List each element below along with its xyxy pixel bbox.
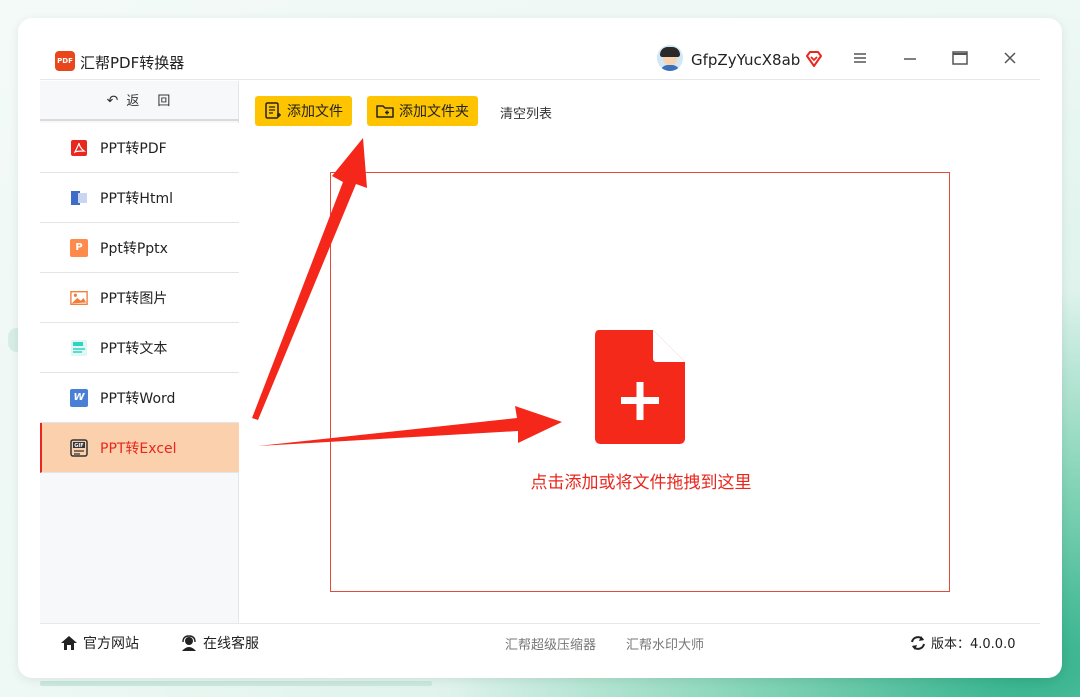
background-bar [40, 681, 432, 686]
add-file-button[interactable]: 添加文件 [255, 96, 352, 126]
footer: 官方网站 在线客服 汇帮超级压缩器 汇帮水印大师 版本：4.0.0.0 [40, 623, 1040, 659]
text-icon [70, 339, 88, 357]
close-icon [1004, 52, 1016, 64]
refresh-icon [911, 635, 925, 650]
back-button[interactable]: ↶ 返回 [40, 81, 239, 121]
back-arrow-icon: ↶ [106, 93, 121, 109]
home-icon [61, 636, 77, 650]
drop-hint: 点击添加或将文件拖拽到这里 [530, 473, 752, 493]
menu-icon [854, 53, 866, 63]
maximize-button[interactable] [946, 44, 974, 72]
close-button[interactable] [996, 44, 1024, 72]
pdf-icon [70, 139, 88, 157]
app-title: 汇帮PDF转换器 [80, 54, 185, 72]
html-icon [70, 189, 88, 207]
app-logo-icon: PDF [55, 51, 75, 71]
sidebar-item-ppt-to-excel[interactable]: GIF PPT转Excel [40, 423, 239, 473]
sidebar-item-ppt-to-pdf[interactable]: PPT转PDF [40, 123, 239, 173]
clear-list-button[interactable]: 清空列表 [500, 103, 552, 122]
version-info[interactable]: 版本：4.0.0.0 [910, 633, 1015, 652]
maximize-icon [952, 51, 968, 65]
website-link[interactable]: 官方网站 [60, 633, 139, 653]
sidebar-item-ppt-to-html[interactable]: PPT转Html [40, 173, 239, 223]
username[interactable]: GfpZyYucX8ab [691, 51, 800, 69]
sidebar-item-ppt-to-pptx[interactable]: P Ppt转Pptx [40, 223, 239, 273]
sidebar: ↶返回 PPT转PDF PPT转Html P Ppt转Pptx PPT转图片 [40, 81, 239, 623]
vip-diamond-icon[interactable] [805, 51, 823, 67]
add-file-large-icon [595, 330, 685, 444]
watermark-link[interactable]: 汇帮水印大师 [626, 634, 704, 653]
image-icon [70, 289, 88, 307]
add-folder-icon [376, 105, 394, 118]
svg-text:GIF: GIF [74, 443, 83, 449]
sidebar-item-ppt-to-text[interactable]: PPT转文本 [40, 323, 239, 373]
sidebar-item-ppt-to-image[interactable]: PPT转图片 [40, 273, 239, 323]
word-icon: W [70, 388, 88, 407]
user-avatar[interactable] [657, 45, 683, 71]
compressor-link[interactable]: 汇帮超级压缩器 [505, 634, 596, 653]
add-folder-button[interactable]: 添加文件夹 [367, 96, 478, 126]
menu-button[interactable] [846, 44, 874, 72]
minimize-button[interactable] [896, 44, 924, 72]
minimize-icon [904, 58, 916, 60]
sidebar-item-ppt-to-word[interactable]: W PPT转Word [40, 373, 239, 423]
gif-icon: GIF [70, 438, 88, 457]
support-link[interactable]: 在线客服 [180, 633, 259, 653]
add-file-icon [265, 102, 281, 119]
title-bar: PDF 汇帮PDF转换器 GfpZyYucX8ab [40, 18, 1040, 80]
support-icon [182, 635, 196, 651]
drop-zone[interactable]: 点击添加或将文件拖拽到这里 [330, 172, 950, 592]
pptx-icon: P [70, 238, 88, 257]
